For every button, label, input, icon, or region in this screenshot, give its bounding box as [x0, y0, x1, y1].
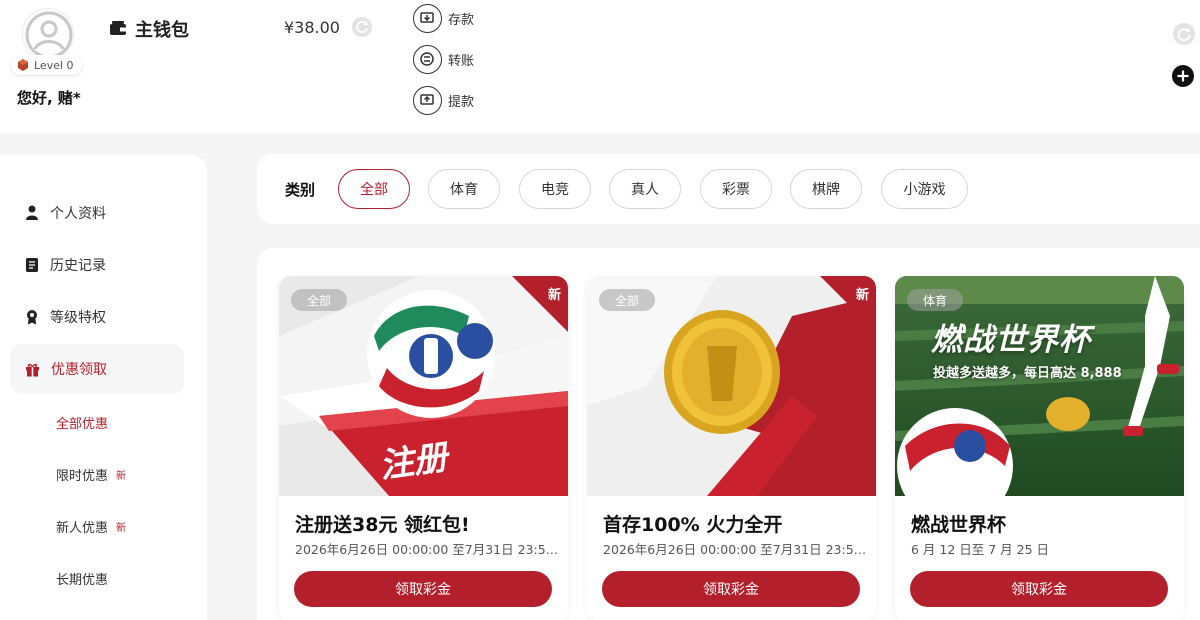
- add-button[interactable]: [1172, 65, 1194, 87]
- promo-image: 全部 新 注册: [279, 276, 568, 496]
- sub-item-label: 新人优惠: [56, 521, 109, 536]
- refresh-button[interactable]: [1173, 23, 1195, 45]
- new-badge: 新: [116, 523, 127, 534]
- sub-item-longterm-promos[interactable]: 长期优惠: [56, 569, 108, 588]
- category-tag: 全部: [291, 289, 348, 311]
- poster-subtitle: 投越多送越多，每日高达 8,888: [933, 366, 1122, 381]
- promo-card[interactable]: 全部 新 注册 注册送38元 领红包! 2026年6月26日 00:00:00 …: [279, 276, 568, 620]
- avatar[interactable]: [22, 8, 74, 60]
- sub-item-limited-promos[interactable]: 限时优惠 新: [56, 465, 126, 484]
- promo-date: 2026年6月26日 00:00:00 至7月31日 23:59:59: [603, 542, 868, 557]
- sub-item-label: 限时优惠: [56, 469, 109, 484]
- promo-date: 2026年6月26日 00:00:00 至7月31日 23:59:59: [295, 542, 560, 557]
- sidebar-item-promotions[interactable]: 优惠领取: [10, 344, 184, 394]
- refresh-balance-button[interactable]: [352, 17, 372, 37]
- new-ribbon-text: 新: [855, 288, 869, 303]
- level-badge: Level 0: [11, 55, 82, 75]
- user-avatar-icon: [25, 11, 73, 59]
- sidebar-item-history[interactable]: 历史记录: [10, 240, 184, 290]
- sub-item-all-promos[interactable]: 全部优惠: [56, 413, 108, 432]
- category-chip-esports[interactable]: 电竞: [519, 169, 591, 209]
- wallet-title: 主钱包: [109, 16, 189, 42]
- transfer-label: 转账: [448, 54, 475, 69]
- person-icon: [26, 205, 38, 220]
- deposit-icon: [413, 4, 442, 33]
- plus-icon: [1177, 70, 1189, 82]
- refresh-icon: [1177, 27, 1191, 42]
- sub-item-label: 全部优惠: [56, 417, 109, 432]
- category-label: 类别: [285, 181, 316, 199]
- category-tag: 体育: [907, 289, 964, 311]
- transfer-button[interactable]: 转账: [413, 45, 474, 74]
- sidebar-item-label: 等级特权: [50, 310, 106, 326]
- wallet-title-text: 主钱包: [135, 20, 189, 41]
- category-chip-live[interactable]: 真人: [609, 169, 681, 209]
- wallet-header: Level 0 您好, 赌* 主钱包 ¥38.00 存款 转账 提款: [0, 0, 1200, 133]
- promo-title: 首存100% 火力全开: [603, 514, 783, 536]
- withdraw-button[interactable]: 提款: [413, 86, 474, 115]
- transfer-icon: [413, 45, 442, 74]
- level-text: Level 0: [34, 58, 74, 72]
- promo-title: 注册送38元 领红包!: [295, 514, 470, 536]
- category-tag: 全部: [599, 289, 656, 311]
- wallet-balance: ¥38.00: [284, 18, 340, 37]
- sidebar-item-profile[interactable]: 个人资料: [10, 188, 184, 238]
- category-chip-sports[interactable]: 体育: [428, 169, 500, 209]
- new-ribbon-text: 新: [547, 288, 561, 303]
- greeting: 您好, 赌*: [17, 89, 81, 107]
- gift-icon: [26, 363, 39, 376]
- medal-icon: [27, 310, 37, 325]
- sidebar: 个人资料 历史记录 等级特权 优惠领取 全部优惠 限时优惠 新 新人优惠 新 长…: [0, 155, 207, 620]
- sub-item-newcomer-promos[interactable]: 新人优惠 新: [56, 517, 126, 536]
- sidebar-item-vip[interactable]: 等级特权: [10, 292, 184, 342]
- sidebar-item-label: 个人资料: [50, 206, 106, 222]
- category-chip-all[interactable]: 全部: [338, 169, 410, 209]
- banner-text: 注册: [377, 437, 450, 487]
- promo-image: 全部 新: [587, 276, 876, 496]
- deposit-label: 存款: [448, 13, 475, 28]
- claim-bonus-button[interactable]: 领取彩金: [910, 571, 1168, 607]
- wallet-icon: [110, 21, 126, 35]
- sidebar-item-label: 历史记录: [50, 258, 106, 274]
- promo-card[interactable]: 体育 燃战世界杯 投越多送越多，每日高达 8,888 燃战世界杯 6 月 12 …: [895, 276, 1184, 620]
- sidebar-item-label: 优惠领取: [51, 362, 107, 378]
- promo-image: 体育 燃战世界杯 投越多送越多，每日高达 8,888: [895, 276, 1184, 496]
- new-badge: 新: [116, 471, 127, 482]
- sub-item-label: 长期优惠: [56, 573, 109, 588]
- claim-bonus-button[interactable]: 领取彩金: [602, 571, 860, 607]
- category-chip-minigames[interactable]: 小游戏: [881, 169, 968, 209]
- deposit-button[interactable]: 存款: [413, 4, 474, 33]
- refresh-icon: [356, 21, 368, 33]
- document-icon: [26, 258, 38, 272]
- category-bar: 类别 全部 体育 电竞 真人 彩票 棋牌 小游戏: [257, 154, 1200, 224]
- promo-card[interactable]: 全部 新 首存100% 火力全开 2026年6月26日 00:00:00 至7月…: [587, 276, 876, 620]
- withdraw-icon: [413, 86, 442, 115]
- promo-title: 燃战世界杯: [911, 514, 1007, 536]
- category-chip-lottery[interactable]: 彩票: [700, 169, 772, 209]
- withdraw-label: 提款: [448, 95, 475, 110]
- category-chip-chess[interactable]: 棋牌: [790, 169, 862, 209]
- claim-bonus-button[interactable]: 领取彩金: [294, 571, 552, 607]
- level-gem-icon: [18, 59, 28, 71]
- promo-date: 6 月 12 日至 7 月 25 日: [911, 542, 1050, 557]
- poster-title: 燃战世界杯: [931, 322, 1091, 358]
